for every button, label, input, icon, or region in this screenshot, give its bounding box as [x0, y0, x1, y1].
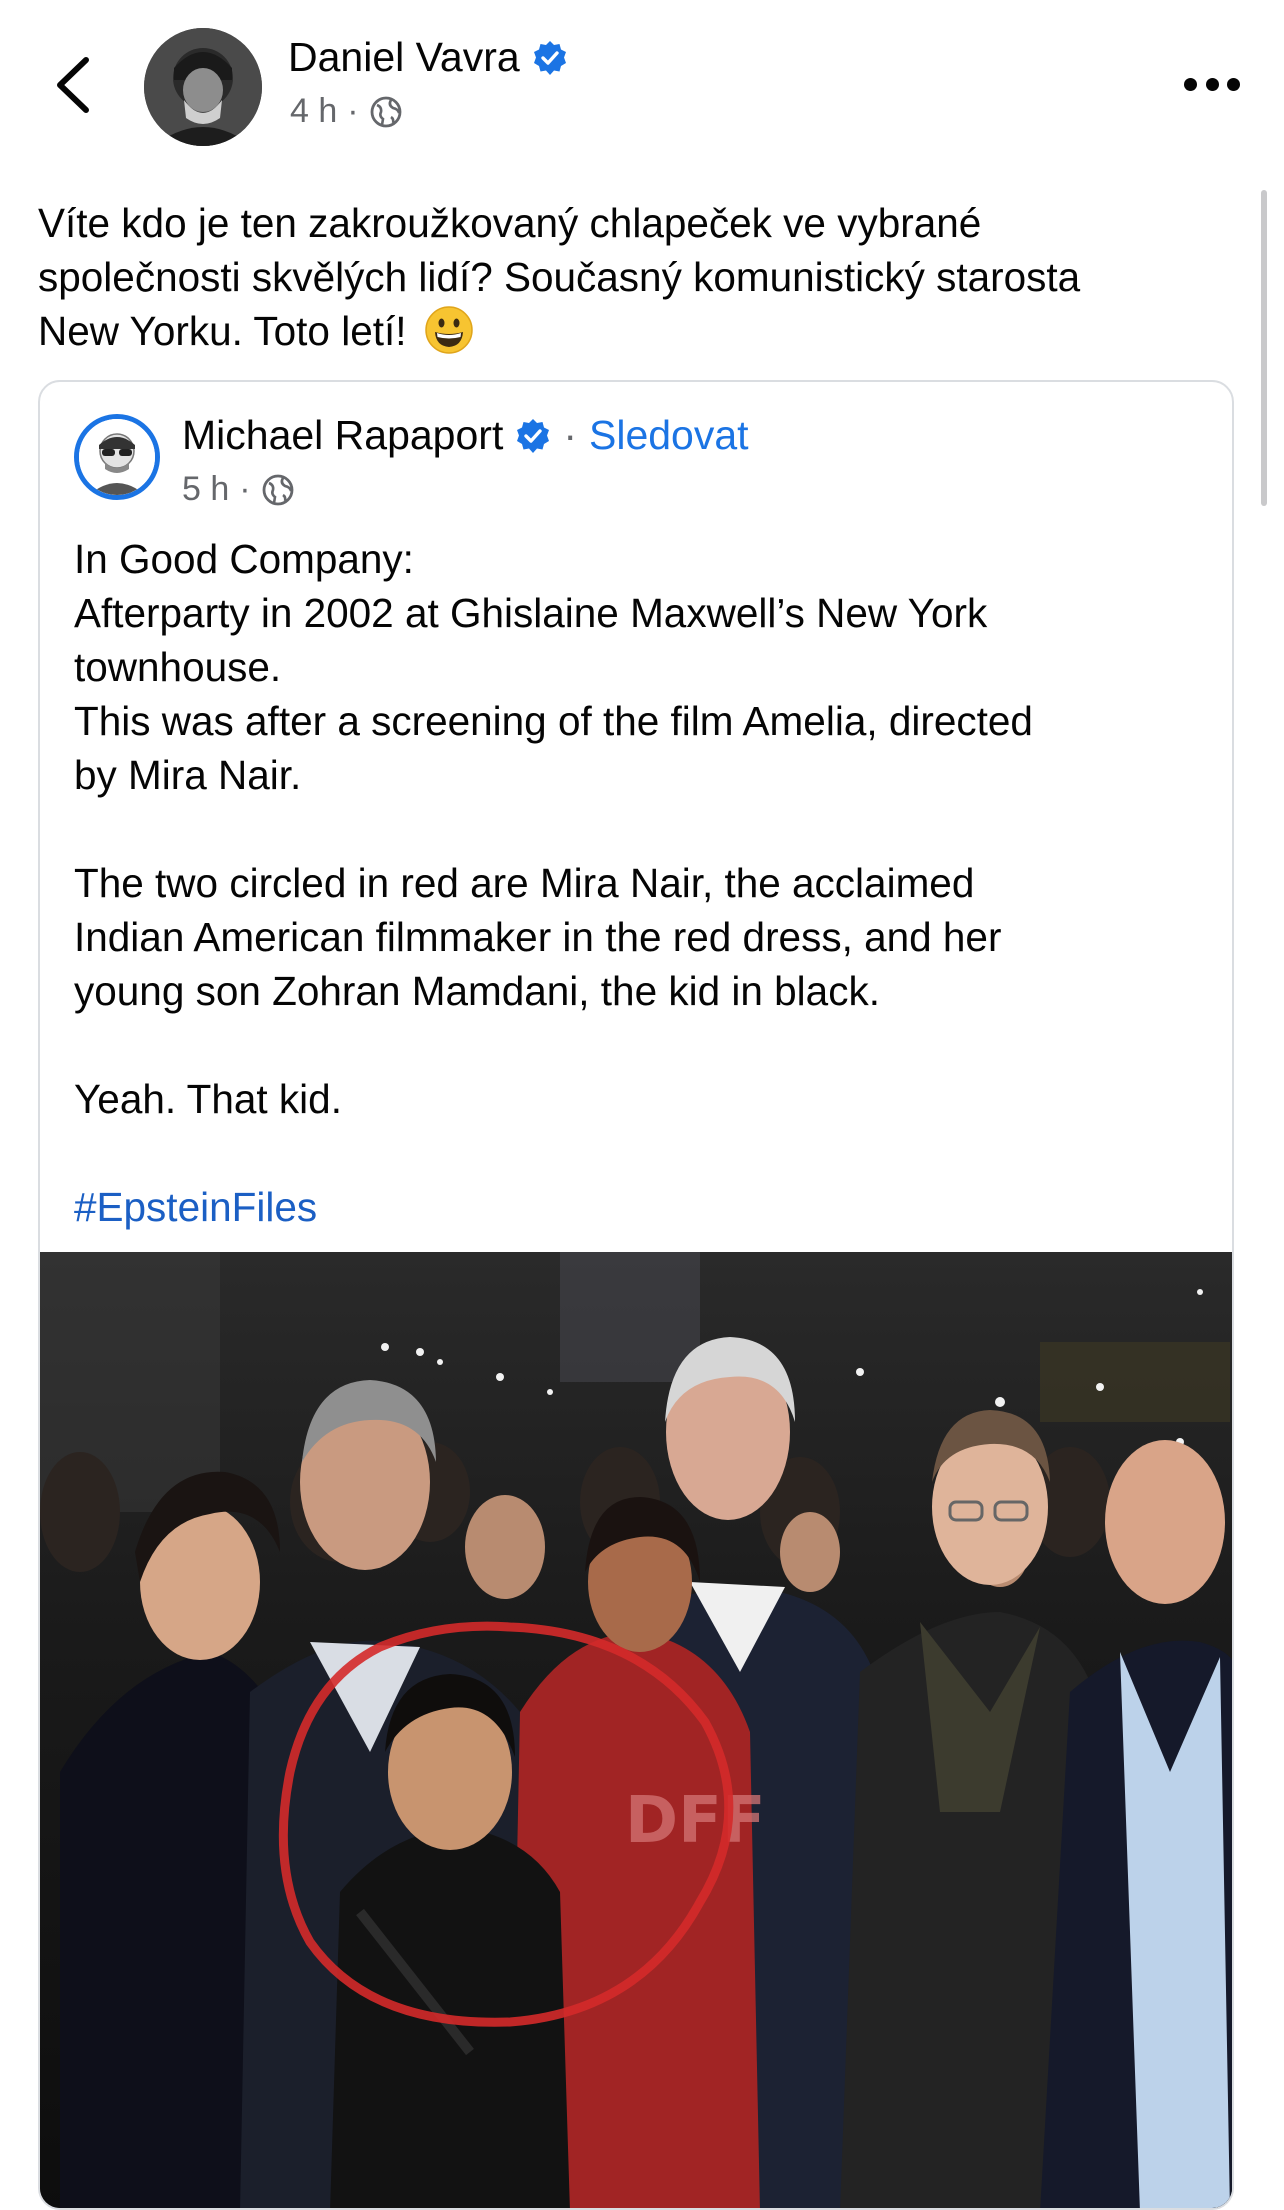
chevron-left-icon: [57, 57, 89, 113]
shared-text-line: Yeah. That kid.: [74, 1076, 342, 1122]
photo-watermark: DFF: [625, 1784, 766, 1858]
more-horizontal-icon: [1184, 77, 1197, 91]
shared-text-line: The two circled in red are Mira Nair, th…: [74, 860, 975, 906]
shared-text-line: This was after a screening of the film A…: [74, 698, 1033, 744]
shared-author-avatar[interactable]: [74, 414, 160, 500]
shared-text-line: In Good Company:: [74, 536, 414, 582]
shared-text-line: Indian American filmmaker in the red dre…: [74, 914, 1002, 960]
shared-text-line: [74, 1018, 1204, 1072]
back-button[interactable]: [44, 50, 104, 120]
scrollbar[interactable]: [1261, 190, 1267, 506]
post-text: Víte kdo je ten zakroužkovaný chlapeček …: [38, 196, 1238, 358]
shared-text-line: by Mira Nair.: [74, 752, 302, 798]
post-text-line-last: New Yorku. Toto letí!: [38, 304, 1238, 358]
author-name[interactable]: Daniel Vavra: [288, 34, 520, 81]
shared-author-avatar-image: [79, 419, 155, 495]
shared-text-line: [74, 1126, 1204, 1180]
meta-dot: ·: [239, 470, 251, 508]
author-name-row[interactable]: Daniel Vavra: [288, 34, 568, 81]
group-photo: DFF: [40, 1252, 1232, 2208]
verified-badge-icon: [533, 40, 566, 75]
meta-dot: ·: [347, 92, 359, 130]
author-avatar-image: [144, 28, 262, 146]
shared-author-row: Michael Rapaport · Sledovat: [182, 412, 749, 459]
shared-post-text: In Good Company: Afterparty in 2002 at G…: [74, 532, 1204, 1234]
shared-post-meta: 5 h ·: [182, 470, 295, 509]
globe-icon: [370, 96, 401, 127]
follow-separator: ·: [563, 412, 577, 458]
shared-post-header: Michael Rapaport · Sledovat 5 h ·: [40, 382, 1232, 532]
shared-text-line: young son Zohran Mamdani, the kid in bla…: [74, 968, 880, 1014]
post-time[interactable]: 4 h: [290, 92, 337, 131]
post-text-line: společnosti skvělých lidí? Současný komu…: [38, 254, 1081, 300]
shared-text-line: Afterparty in 2002 at Ghislaine Maxwell’…: [74, 590, 988, 636]
author-avatar[interactable]: [144, 28, 262, 146]
more-options-button[interactable]: [1176, 64, 1248, 104]
shared-text-line: townhouse.: [74, 644, 282, 690]
grinning-face-emoji-icon: [425, 306, 473, 354]
shared-post-time[interactable]: 5 h: [182, 470, 229, 509]
post-meta: 4 h ·: [290, 92, 403, 131]
verified-badge-icon: [517, 418, 550, 453]
hashtag-link[interactable]: #EpsteinFiles: [74, 1184, 317, 1230]
post-photo[interactable]: DFF: [40, 1252, 1232, 2208]
post-text-line: Víte kdo je ten zakroužkovaný chlapeček …: [38, 200, 982, 246]
shared-text-line: [74, 802, 1204, 856]
shared-author-name[interactable]: Michael Rapaport: [182, 412, 503, 459]
post-header: Daniel Vavra 4 h ·: [0, 0, 1284, 165]
shared-post-card[interactable]: Michael Rapaport · Sledovat 5 h · In Goo…: [38, 380, 1234, 2210]
globe-icon: [262, 474, 293, 505]
follow-button[interactable]: Sledovat: [589, 412, 749, 459]
